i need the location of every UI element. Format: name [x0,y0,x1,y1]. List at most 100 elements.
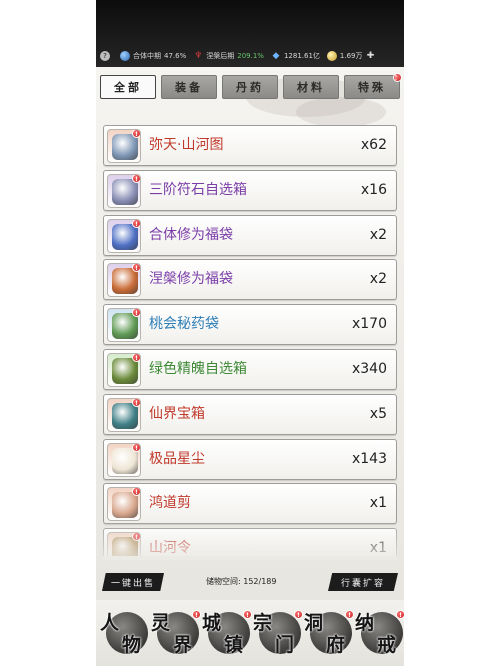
realm-progress: 47.6% [164,52,187,60]
gold-coin-icon [326,51,337,61]
item-name: 极品星尘 [149,450,205,467]
list-item[interactable]: ! 仙界宝箱 x5 [103,393,397,435]
tab-all[interactable]: 全部 [100,75,156,99]
item-quantity: x2 [369,271,387,288]
item-icon-frame: ! [107,218,141,253]
blessing-pouch-icon [112,268,138,295]
spirit-stone-count: 1281.61亿 [283,52,320,60]
notification-badge: ! [396,610,404,619]
notification-badge: ! [132,174,140,183]
notification-badge: ! [132,443,140,452]
nav-label-char: 洞 [304,612,324,634]
item-icon-frame: ! [107,397,141,432]
nav-label-char: 物 [122,634,142,656]
item-icon-frame: ! [107,308,141,343]
spirit-stone-segment[interactable]: ◆ 1281.61亿 [271,51,320,61]
item-quantity: x16 [360,181,387,198]
realm2-segment[interactable]: ♆ 涅槃后期 209.1% [193,51,264,61]
nav-label-char: 镇 [224,634,244,656]
item-quantity: x340 [351,361,387,377]
flame-icon: ♆ [194,51,203,61]
item-quantity: x1 [369,540,387,556]
nav-label-char: 戒 [377,634,397,656]
notification-badge: ! [132,488,140,497]
peach-medicine-bag-icon [112,313,138,340]
scroll-map-icon [112,134,138,160]
tab-label: 材料 [297,81,325,94]
notification-badge: ! [393,73,402,82]
list-item[interactable]: ! 三阶符石自选箱 x16 [103,169,397,211]
item-icon-frame: ! [107,532,141,556]
gold-count: 1.69万 [339,52,363,60]
realm-label: 合体中期 [133,52,161,60]
nav-label-char: 门 [275,634,295,656]
item-icon-frame: ! [107,173,141,208]
item-name: 绿色精魄自选箱 [149,361,247,377]
help-segment[interactable]: ? [96,51,113,61]
game-viewport: ? 合体中期 47.6% ♆ 涅槃后期 209.1% ◆ 1281.61亿 1.… [96,0,404,666]
item-quantity: x5 [369,405,387,422]
item-name: 弥天·山河图 [149,137,224,153]
notification-badge: ! [132,309,140,318]
expand-storage-button[interactable]: 行囊扩容 [328,573,398,591]
item-name: 仙界宝箱 [149,405,205,422]
tab-label: 全部 [114,81,142,94]
list-item[interactable]: ! 绿色精魄自选箱 x340 [103,349,397,390]
nav-label-char: 界 [173,634,193,656]
help-icon[interactable]: ? [100,51,110,61]
tab-label: 丹药 [236,81,264,94]
item-name: 桃会秘药袋 [149,316,219,333]
list-item[interactable]: ! 极品星尘 x143 [103,438,397,480]
item-name: 山河令 [149,540,191,556]
item-name: 鸿道剪 [149,495,191,512]
list-item[interactable]: ! 桃会秘药袋 x170 [103,304,397,346]
item-icon-frame: ! [107,442,141,477]
list-item[interactable]: ! 合体修为福袋 x2 [103,214,397,256]
green-soul-chest-icon [112,358,138,384]
tab-elixirs[interactable]: 丹药 [222,75,278,99]
realm2-progress: 209.1% [237,52,264,60]
item-quantity: x62 [360,137,387,153]
realm2-label: 涅槃后期 [206,52,235,60]
nav-label-char: 宗 [253,612,273,634]
nav-label-char: 灵 [151,612,171,634]
item-quantity: x1 [369,495,387,512]
tab-special[interactable]: 特殊 ! [344,73,402,99]
item-name: 合体修为福袋 [149,226,233,243]
realm-orb-icon [120,51,130,61]
notification-badge: ! [132,398,140,407]
tab-materials[interactable]: 材料 [283,75,339,99]
sell-all-button[interactable]: 一键出售 [102,573,164,591]
category-tabs: 全部 装备 丹药 材料 特殊 ! [100,73,402,101]
list-item[interactable]: ! 弥天·山河图 x62 [103,125,397,166]
bottom-action-bar: 一键出售 储物空间: 152/189 行囊扩容 [96,560,404,600]
gold-segment[interactable]: 1.69万 ✚ [326,51,379,61]
notification-badge: ! [132,130,140,138]
nav-storage-ring[interactable]: 纳戒! [351,604,404,662]
realm-segment[interactable]: 合体中期 47.6% [120,51,186,61]
item-list[interactable]: ! 弥天·山河图 x62! 三阶符石自选箱 x16! 合体修为福袋 x2! 涅槃修为福袋 x2!… [103,125,397,556]
item-name: 三阶符石自选箱 [149,181,247,198]
status-bar: ? 合体中期 47.6% ♆ 涅槃后期 209.1% ◆ 1281.61亿 1.… [96,47,404,65]
list-item[interactable]: ! 鸿道剪 x1 [103,483,397,525]
list-item[interactable]: ! 山河令 x1 [103,528,397,556]
bottom-nav: 人物灵界! 城镇! 宗门! 洞府! 纳戒! [96,600,404,666]
list-item[interactable]: ! 涅槃修为福袋 x2 [103,259,397,301]
plus-icon[interactable]: ✚ [366,51,376,61]
tab-equipment[interactable]: 装备 [161,75,217,99]
nav-label-char: 府 [326,634,346,656]
item-icon-frame: ! [107,353,141,387]
notification-badge: ! [132,533,140,542]
tab-label: 特殊 [358,81,386,94]
notification-badge: ! [132,264,140,273]
item-quantity: x170 [351,316,387,333]
item-icon-frame: ! [107,129,141,163]
cloud-decoration [296,97,386,127]
item-quantity: x143 [351,450,387,467]
item-quantity: x2 [369,226,387,243]
tab-label: 装备 [175,81,203,94]
nav-label-char: 城 [202,612,222,634]
top-bar: ? 合体中期 47.6% ♆ 涅槃后期 209.1% ◆ 1281.61亿 1.… [96,0,404,67]
item-name: 涅槃修为福袋 [149,271,233,288]
scissors-icon [112,492,138,519]
